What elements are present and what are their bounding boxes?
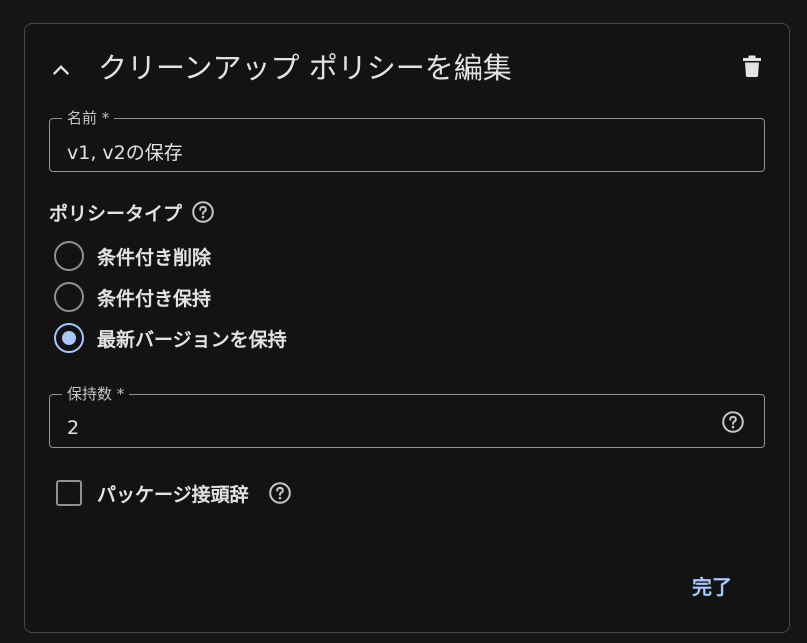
- name-input[interactable]: [50, 119, 764, 171]
- radio-dot: [62, 331, 76, 345]
- radio-conditional-delete[interactable]: 条件付き削除: [54, 240, 211, 272]
- help-circle-icon[interactable]: [267, 480, 293, 506]
- radio-label: 条件付き削除: [97, 246, 212, 269]
- panel-title: クリーンアップ ポリシーを編集: [98, 51, 512, 85]
- radio-label: 最新バージョンを保持: [97, 328, 287, 351]
- cleanup-policy-panel: クリーンアップ ポリシーを編集 名前 * ポリシータイプ 条件: [24, 23, 790, 633]
- policy-type-section: ポリシータイプ: [49, 198, 216, 226]
- delete-button[interactable]: [736, 50, 768, 82]
- help-circle-icon[interactable]: [720, 409, 746, 435]
- radio-label: 条件付き保持: [97, 287, 212, 310]
- collapse-button[interactable]: [43, 52, 79, 88]
- trash-icon: [741, 54, 763, 78]
- name-field: 名前 *: [49, 108, 765, 172]
- package-prefix-row[interactable]: パッケージ接頭辞: [56, 477, 293, 509]
- keep-count-input[interactable]: [50, 395, 764, 447]
- policy-type-label: ポリシータイプ: [49, 202, 183, 225]
- chevron-up-icon: [50, 59, 72, 81]
- done-button[interactable]: 完了: [678, 565, 746, 605]
- help-circle-icon[interactable]: [190, 199, 216, 225]
- keep-count-field: 保持数 *: [49, 384, 765, 448]
- radio-conditional-keep[interactable]: 条件付き保持: [54, 281, 211, 313]
- package-prefix-label: パッケージ接頭辞: [97, 483, 249, 506]
- radio-keep-latest[interactable]: 最新バージョンを保持: [54, 322, 287, 354]
- panel-header: クリーンアップ ポリシーを編集: [25, 24, 789, 108]
- package-prefix-checkbox[interactable]: [56, 480, 82, 506]
- radio-button[interactable]: [54, 241, 84, 271]
- radio-button-selected[interactable]: [54, 323, 84, 353]
- radio-button[interactable]: [54, 282, 84, 312]
